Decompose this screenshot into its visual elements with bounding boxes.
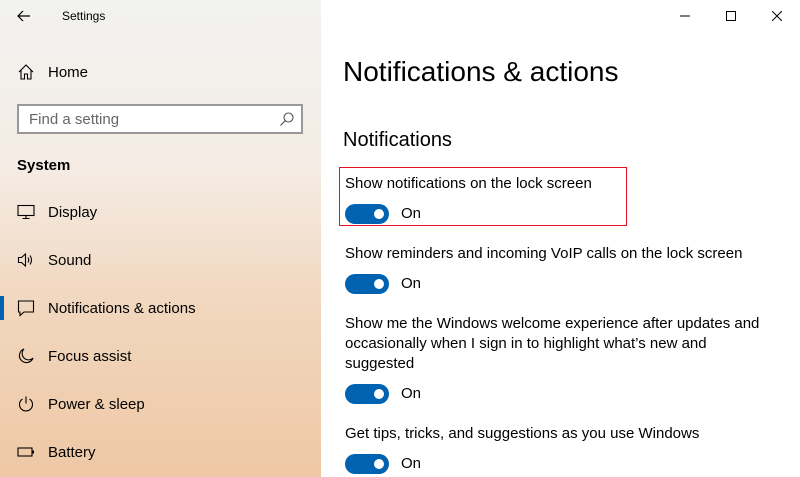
battery-icon xyxy=(16,442,36,462)
toggle-knob xyxy=(374,209,384,219)
display-icon xyxy=(16,202,36,222)
tips-suggestions-toggle[interactable] xyxy=(345,454,389,474)
toggle-state-label: On xyxy=(401,385,422,402)
search-input[interactable] xyxy=(19,106,279,132)
sidebar-item-battery[interactable]: Battery xyxy=(0,432,321,472)
setting-lock-screen-notifications: Show notifications on the lock screen On xyxy=(345,174,775,225)
sidebar-item-focus-assist[interactable]: Focus assist xyxy=(0,336,321,376)
toggle-knob xyxy=(374,459,384,469)
toggle-state-label: On xyxy=(401,205,422,222)
setting-description: Show reminders and incoming VoIP calls o… xyxy=(345,245,743,262)
sidebar-item-notifications[interactable]: Notifications & actions xyxy=(0,288,321,328)
search-box[interactable] xyxy=(17,104,303,134)
main-panel: Notifications & actions Notifications Sh… xyxy=(321,0,800,477)
setting-description: Show me the Windows welcome experience a… xyxy=(345,315,760,372)
setting-description: Get tips, tricks, and suggestions as you… xyxy=(345,425,700,442)
welcome-experience-toggle[interactable] xyxy=(345,384,389,404)
sidebar: Settings Home System Display xyxy=(0,0,321,477)
lock-screen-notifications-toggle[interactable] xyxy=(345,204,389,224)
maximize-button[interactable] xyxy=(708,0,754,32)
setting-description: Show notifications on the lock screen xyxy=(345,175,592,192)
section-title-notifications: Notifications xyxy=(343,129,452,151)
page-title: Notifications & actions xyxy=(343,56,619,87)
sidebar-item-power-sleep[interactable]: Power & sleep xyxy=(0,384,321,424)
moon-icon xyxy=(16,346,36,366)
home-icon xyxy=(16,62,36,82)
back-arrow-icon xyxy=(17,10,30,22)
speaker-icon xyxy=(16,250,36,270)
sidebar-item-sound[interactable]: Sound xyxy=(0,240,321,280)
maximize-icon xyxy=(726,11,736,21)
sidebar-item-label: Notifications & actions xyxy=(48,299,196,317)
toggle-knob xyxy=(374,389,384,399)
sidebar-item-display[interactable]: Display xyxy=(0,192,321,232)
sidebar-item-label: Display xyxy=(48,203,98,221)
sidebar-item-label: Sound xyxy=(48,251,92,269)
sidebar-item-label: Power & sleep xyxy=(48,395,145,413)
search-icon[interactable] xyxy=(279,111,295,127)
toggle-knob xyxy=(374,279,384,289)
toggle-state-label: On xyxy=(401,275,422,292)
power-icon xyxy=(16,394,36,414)
sidebar-item-home[interactable]: Home xyxy=(0,52,321,92)
setting-reminders-voip: Show reminders and incoming VoIP calls o… xyxy=(345,244,775,295)
toggle-state-label: On xyxy=(401,455,422,472)
sidebar-item-label: Battery xyxy=(48,443,96,461)
sidebar-item-label: Home xyxy=(48,63,89,81)
sidebar-item-label: Focus assist xyxy=(48,347,132,365)
close-button[interactable] xyxy=(754,0,800,32)
section-label-system: System xyxy=(17,157,71,174)
app-title: Settings xyxy=(62,9,106,23)
setting-tips-suggestions: Get tips, tricks, and suggestions as you… xyxy=(345,424,775,475)
setting-welcome-experience: Show me the Windows welcome experience a… xyxy=(345,314,775,405)
back-button[interactable] xyxy=(12,5,36,27)
minimize-icon xyxy=(680,15,690,17)
reminders-voip-toggle[interactable] xyxy=(345,274,389,294)
notification-icon xyxy=(16,298,36,318)
close-icon xyxy=(772,11,782,21)
minimize-button[interactable] xyxy=(662,0,708,32)
